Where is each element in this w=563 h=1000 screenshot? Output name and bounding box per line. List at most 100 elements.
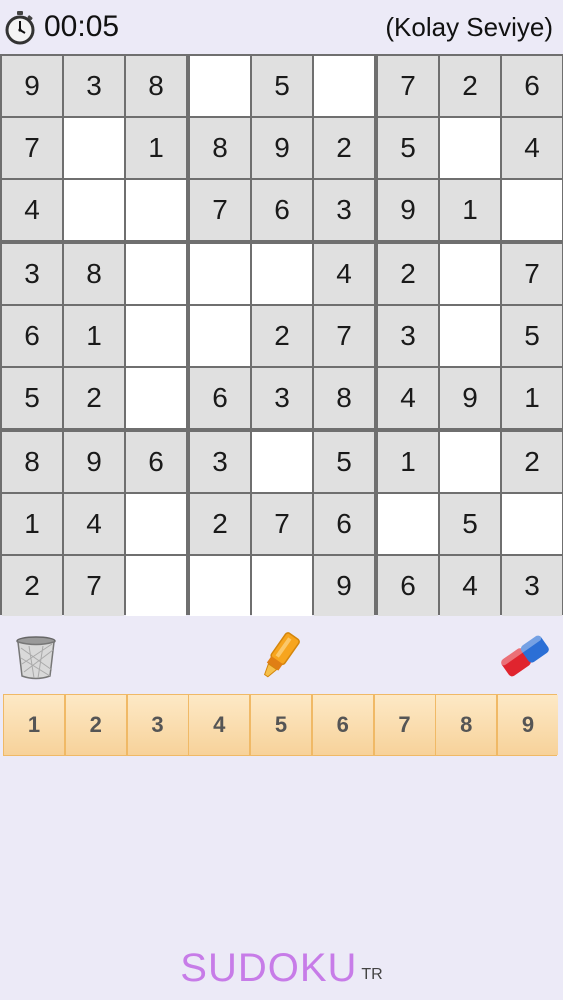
board-cell[interactable]: 6: [502, 56, 562, 116]
marker-button[interactable]: [252, 628, 308, 684]
board-cell[interactable]: 8: [126, 56, 186, 116]
board-cell[interactable]: 1: [502, 368, 562, 428]
board-cell[interactable]: 2: [64, 368, 124, 428]
board-cell[interactable]: 8: [314, 368, 374, 428]
numpad-key[interactable]: 2: [65, 695, 126, 755]
board-cell[interactable]: 5: [252, 56, 312, 116]
board-cell[interactable]: [126, 180, 186, 240]
board-cell[interactable]: 1: [2, 494, 62, 554]
numpad-key[interactable]: 9: [498, 695, 558, 755]
board-cell[interactable]: 8: [190, 118, 250, 178]
board-cell[interactable]: 6: [314, 494, 374, 554]
timer: 00:05: [44, 10, 120, 43]
board-cell[interactable]: 2: [440, 56, 500, 116]
numpad-key[interactable]: 8: [436, 695, 497, 755]
board-cell[interactable]: [126, 494, 186, 554]
board-cell[interactable]: [440, 244, 500, 304]
board-cell[interactable]: [502, 494, 562, 554]
board-cell[interactable]: 3: [502, 556, 562, 616]
eraser-icon: [500, 635, 549, 677]
board-cell[interactable]: [126, 244, 186, 304]
board-cell[interactable]: 1: [440, 180, 500, 240]
app-logo: SUDOKU: [180, 946, 358, 990]
board-cell[interactable]: 4: [502, 118, 562, 178]
board-cell[interactable]: 2: [378, 244, 438, 304]
board-cell[interactable]: 4: [64, 494, 124, 554]
board-cell[interactable]: 7: [314, 306, 374, 366]
board-cell[interactable]: 5: [2, 368, 62, 428]
board-cell[interactable]: 6: [190, 368, 250, 428]
board-cell[interactable]: [440, 118, 500, 178]
numpad-key[interactable]: 1: [4, 695, 64, 755]
board-cell[interactable]: [502, 180, 562, 240]
difficulty-label: (Kolay Seviye): [385, 12, 553, 42]
board-cell[interactable]: 6: [252, 180, 312, 240]
board-cell[interactable]: 2: [190, 494, 250, 554]
board-cell[interactable]: [440, 306, 500, 366]
board-cell[interactable]: [126, 556, 186, 616]
board-cell[interactable]: 4: [440, 556, 500, 616]
board-cell[interactable]: 3: [190, 432, 250, 492]
board-cell[interactable]: 7: [190, 180, 250, 240]
board-cell[interactable]: 4: [314, 244, 374, 304]
toolbar: [0, 620, 563, 690]
board-cell[interactable]: [190, 56, 250, 116]
board-cell[interactable]: [252, 244, 312, 304]
board-cell[interactable]: 7: [2, 118, 62, 178]
board-cell[interactable]: 6: [2, 306, 62, 366]
board-cell[interactable]: [126, 306, 186, 366]
board-cell[interactable]: 5: [378, 118, 438, 178]
numpad-key[interactable]: 3: [127, 695, 188, 755]
board-cell[interactable]: 3: [378, 306, 438, 366]
board-cell[interactable]: 4: [378, 368, 438, 428]
board-cell[interactable]: 8: [2, 432, 62, 492]
board-cell[interactable]: 3: [314, 180, 374, 240]
board-cell[interactable]: 6: [378, 556, 438, 616]
board-cell[interactable]: 3: [2, 244, 62, 304]
app-logo-suffix: TR: [361, 966, 383, 983]
marker-icon: [263, 632, 300, 678]
board-cell[interactable]: 7: [378, 56, 438, 116]
board-cell[interactable]: [190, 244, 250, 304]
board-cell[interactable]: [64, 118, 124, 178]
board-cell[interactable]: 9: [378, 180, 438, 240]
board-cell[interactable]: [314, 56, 374, 116]
board-cell[interactable]: 2: [314, 118, 374, 178]
board-cell[interactable]: [252, 556, 312, 616]
board-cell[interactable]: 5: [502, 306, 562, 366]
board-cell[interactable]: 9: [440, 368, 500, 428]
numpad-key[interactable]: 7: [374, 695, 435, 755]
numpad-key[interactable]: 4: [189, 695, 250, 755]
board-cell[interactable]: 2: [502, 432, 562, 492]
board-cell[interactable]: [190, 556, 250, 616]
board-cell[interactable]: 5: [440, 494, 500, 554]
board-cell[interactable]: 1: [64, 306, 124, 366]
board-cell[interactable]: 3: [252, 368, 312, 428]
board-cell[interactable]: 5: [314, 432, 374, 492]
board-cell[interactable]: 4: [2, 180, 62, 240]
board-cell[interactable]: 6: [126, 432, 186, 492]
board-cell[interactable]: 2: [2, 556, 62, 616]
board-cell[interactable]: 2: [252, 306, 312, 366]
board-cell[interactable]: 9: [64, 432, 124, 492]
eraser-button[interactable]: [497, 628, 553, 684]
board-cell[interactable]: 7: [252, 494, 312, 554]
board-cell[interactable]: 8: [64, 244, 124, 304]
board-cell[interactable]: 3: [64, 56, 124, 116]
numpad-key[interactable]: 6: [312, 695, 373, 755]
board-cell[interactable]: 9: [314, 556, 374, 616]
board-cell[interactable]: 7: [502, 244, 562, 304]
board-cell[interactable]: 1: [378, 432, 438, 492]
trash-button[interactable]: [10, 628, 66, 684]
board-cell[interactable]: 9: [2, 56, 62, 116]
board-cell[interactable]: 7: [64, 556, 124, 616]
board-cell[interactable]: [64, 180, 124, 240]
board-cell[interactable]: [252, 432, 312, 492]
board-cell[interactable]: [378, 494, 438, 554]
board-cell[interactable]: [190, 306, 250, 366]
numpad-key[interactable]: 5: [251, 695, 311, 755]
board-cell[interactable]: [126, 368, 186, 428]
board-cell[interactable]: 1: [126, 118, 186, 178]
board-cell[interactable]: [440, 432, 500, 492]
board-cell[interactable]: 9: [252, 118, 312, 178]
